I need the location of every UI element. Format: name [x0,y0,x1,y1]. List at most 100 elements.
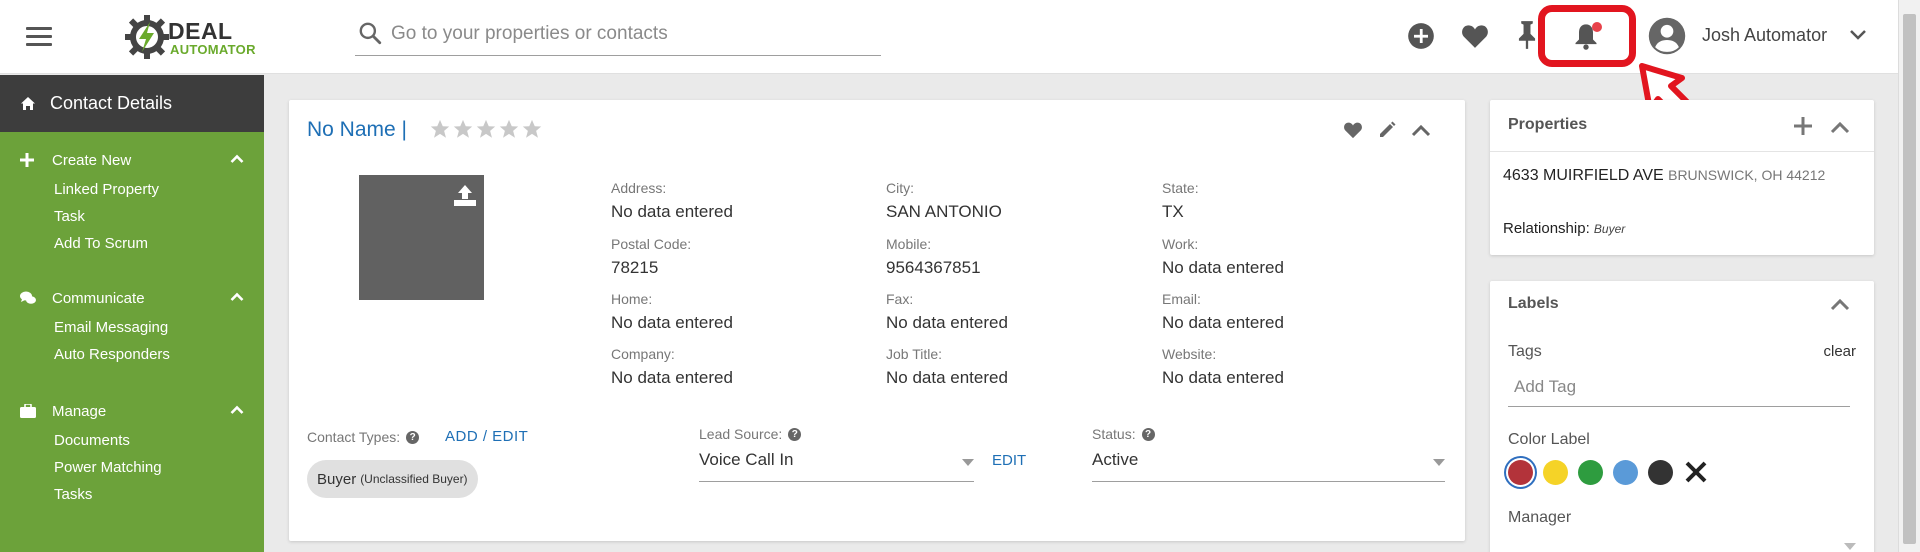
field-work: Work: No data entered [1162,236,1422,278]
chevron-up-icon[interactable] [1411,123,1431,137]
status-select[interactable]: Active [1092,450,1445,482]
dropdown-caret-icon [1433,459,1445,466]
sidebar-section-toggle[interactable]: Create New [0,148,264,172]
star-icon[interactable] [498,118,520,140]
field-value: No data entered [1162,368,1284,387]
chevron-down-icon[interactable] [1849,29,1867,41]
sidebar-item-linked-property[interactable]: Linked Property [0,176,264,203]
lead-source-edit-link[interactable]: EDIT [992,452,1026,469]
chip-label: Buyer [317,470,357,488]
help-icon[interactable]: ? [1141,427,1155,441]
contact-photo-placeholder [359,175,484,300]
field-value: No data entered [886,313,1008,332]
lead-source-value: Voice Call In [699,450,794,469]
card-actions [1343,120,1431,140]
heart-icon[interactable] [1343,121,1363,139]
contact-card: No Name | Address: No data entered City:… [289,100,1465,541]
chevron-up-icon[interactable] [230,292,244,302]
sidebar-item-auto-responders[interactable]: Auto Responders [0,341,264,368]
search-input[interactable] [391,20,871,48]
star-icon[interactable] [452,118,474,140]
chevron-up-icon[interactable] [1830,297,1850,311]
plus-icon[interactable] [1794,117,1812,135]
field-postal-code: Postal Code: 78215 [611,236,871,278]
section-label: Communicate [52,289,145,307]
field-label: Mobile: [886,236,932,252]
sidebar-item-power-matching[interactable]: Power Matching [0,454,264,481]
sidebar-section-toggle[interactable]: Communicate [0,286,264,310]
sidebar-item-task[interactable]: Task [0,203,264,230]
user-name[interactable]: Josh Automator [1702,25,1827,46]
field-label: Website: [1162,346,1217,362]
properties-card-header: Properties [1490,100,1874,152]
pin-icon[interactable] [1516,20,1538,50]
dropdown-caret-icon[interactable] [1844,543,1856,550]
field-value: No data entered [1162,313,1284,332]
clear-color-x-icon[interactable] [1683,459,1709,485]
field-label: Company: [611,346,675,362]
help-icon[interactable]: ? [788,427,802,441]
star-icon[interactable] [475,118,497,140]
sidebar-section-toggle[interactable]: Manage [0,399,264,423]
sidebar-item-documents[interactable]: Documents [0,427,264,454]
contact-type-chip[interactable]: Buyer (Unclassified Buyer) [307,460,478,498]
field-label: Job Title: [886,346,943,362]
contact-types-text: Contact Types: [307,429,401,445]
field-value: TX [1162,202,1184,221]
color-swatch-blue[interactable] [1613,459,1638,485]
plus-icon [20,153,38,167]
add-edit-contact-types-link[interactable]: ADD / EDIT [445,428,528,445]
scrollbar-thumb[interactable] [1903,14,1916,544]
contact-name[interactable]: No Name | [307,118,407,142]
star-rating[interactable] [429,118,543,140]
color-label-title: Color Label [1508,431,1590,448]
pencil-edit-icon[interactable] [1377,120,1397,140]
search-icon [359,22,382,45]
user-avatar-icon[interactable] [1648,17,1686,55]
briefcase-icon [20,404,38,418]
sidebar-item-email-messaging[interactable]: Email Messaging [0,314,264,341]
sidebar-item-add-to-scrum[interactable]: Add To Scrum [0,230,264,257]
add-tag-input[interactable] [1508,367,1850,407]
clear-tags-link[interactable]: clear [1823,343,1856,360]
contact-types-label: Contact Types: ? [307,429,420,445]
help-icon[interactable]: ? [406,430,420,444]
chevron-up-icon[interactable] [230,405,244,415]
star-icon[interactable] [521,118,543,140]
color-swatch-red[interactable] [1508,459,1533,485]
field-value: 78215 [611,258,659,277]
property-address[interactable]: 4633 MUIRFIELD AVE BRUNSWICK, OH 44212 [1503,164,1863,187]
page-scrollbar[interactable] [1898,0,1920,552]
field-value: SAN ANTONIO [886,202,1002,221]
tags-label: Tags [1508,343,1542,360]
section-label: Create New [52,151,132,169]
chevron-up-icon[interactable] [230,154,244,164]
lead-source-select[interactable]: Voice Call In [699,450,974,482]
field-mobile: Mobile: 9564367851 [886,236,1146,278]
sidebar-item-tasks[interactable]: Tasks [0,481,264,508]
section-label: Manage [52,402,107,420]
field-address: Address: No data entered [611,180,871,222]
field-value: No data entered [611,313,733,332]
color-swatch-green[interactable] [1578,459,1603,485]
property-street[interactable]: 4633 MUIRFIELD AVE [1503,167,1664,184]
color-swatch-black[interactable] [1648,459,1673,485]
add-circle-icon[interactable] [1407,22,1435,50]
field-label: Email: [1162,291,1201,307]
field-label: City: [886,180,914,196]
lead-source-text: Lead Source: [699,426,783,442]
heart-icon[interactable] [1460,23,1490,49]
upload-icon[interactable] [453,183,477,207]
menu-icon[interactable] [26,27,52,47]
deal-automator-logo[interactable]: DEAL AUTOMATOR [120,12,270,62]
field-value: No data entered [1162,258,1284,277]
field-email: Email: No data entered [1162,291,1422,333]
star-icon[interactable] [429,118,451,140]
sidebar-section-create-new: Create New Linked Property Task Add To S… [0,148,264,257]
chevron-up-icon[interactable] [1830,120,1850,134]
color-swatch-yellow[interactable] [1543,459,1568,485]
field-label: Fax: [886,291,914,307]
search-bar [355,14,881,56]
status-label: Status: ? [1092,426,1155,442]
field-company: Company: No data entered [611,346,871,388]
